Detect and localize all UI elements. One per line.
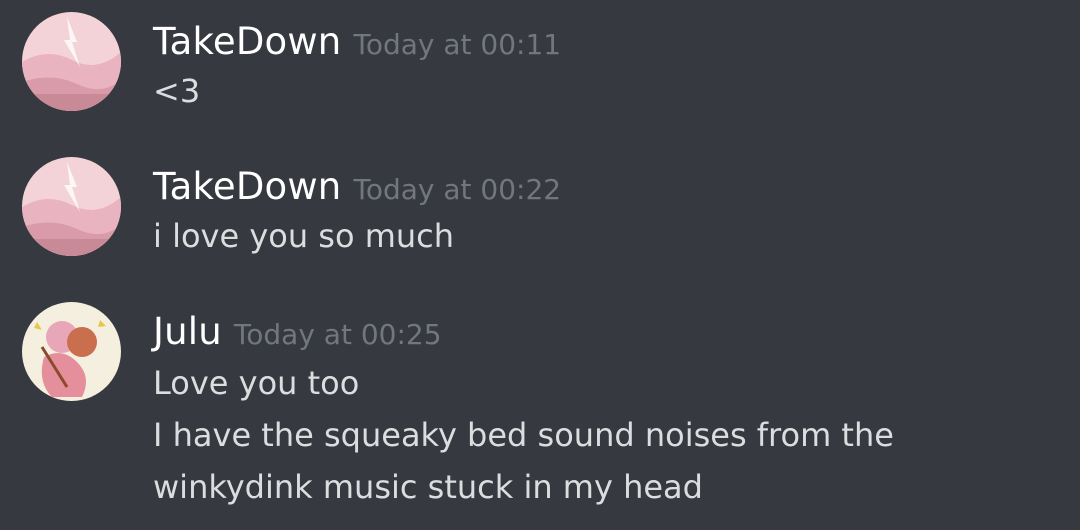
message-header: TakeDown Today at 00:11: [153, 20, 1060, 63]
timestamp[interactable]: Today at 00:22: [353, 173, 561, 206]
message-header: TakeDown Today at 00:22: [153, 165, 1060, 208]
takedown-avatar-image: [22, 157, 121, 256]
username[interactable]: Julu: [153, 310, 222, 353]
avatar[interactable]: [22, 302, 121, 401]
message-text: I have the squeaky bed sound noises from…: [153, 416, 894, 454]
username[interactable]: TakeDown: [153, 20, 341, 63]
username[interactable]: TakeDown: [153, 165, 341, 208]
message-header: Julu Today at 00:25: [153, 310, 1060, 353]
avatar[interactable]: [22, 12, 121, 111]
avatar[interactable]: [22, 157, 121, 256]
timestamp[interactable]: Today at 00:11: [353, 28, 561, 61]
julu-avatar-image: [22, 302, 121, 401]
chat-message-list: TakeDown Today at 00:11 <3 TakeDown Today …: [0, 0, 1080, 530]
message-text: <3: [153, 72, 201, 110]
message-text: winkydink music stuck in my head: [153, 468, 703, 506]
timestamp[interactable]: Today at 00:25: [234, 318, 442, 351]
takedown-avatar-image: [22, 12, 121, 111]
message-text: i love you so much: [153, 217, 455, 255]
message-text: Love you too: [153, 364, 360, 402]
